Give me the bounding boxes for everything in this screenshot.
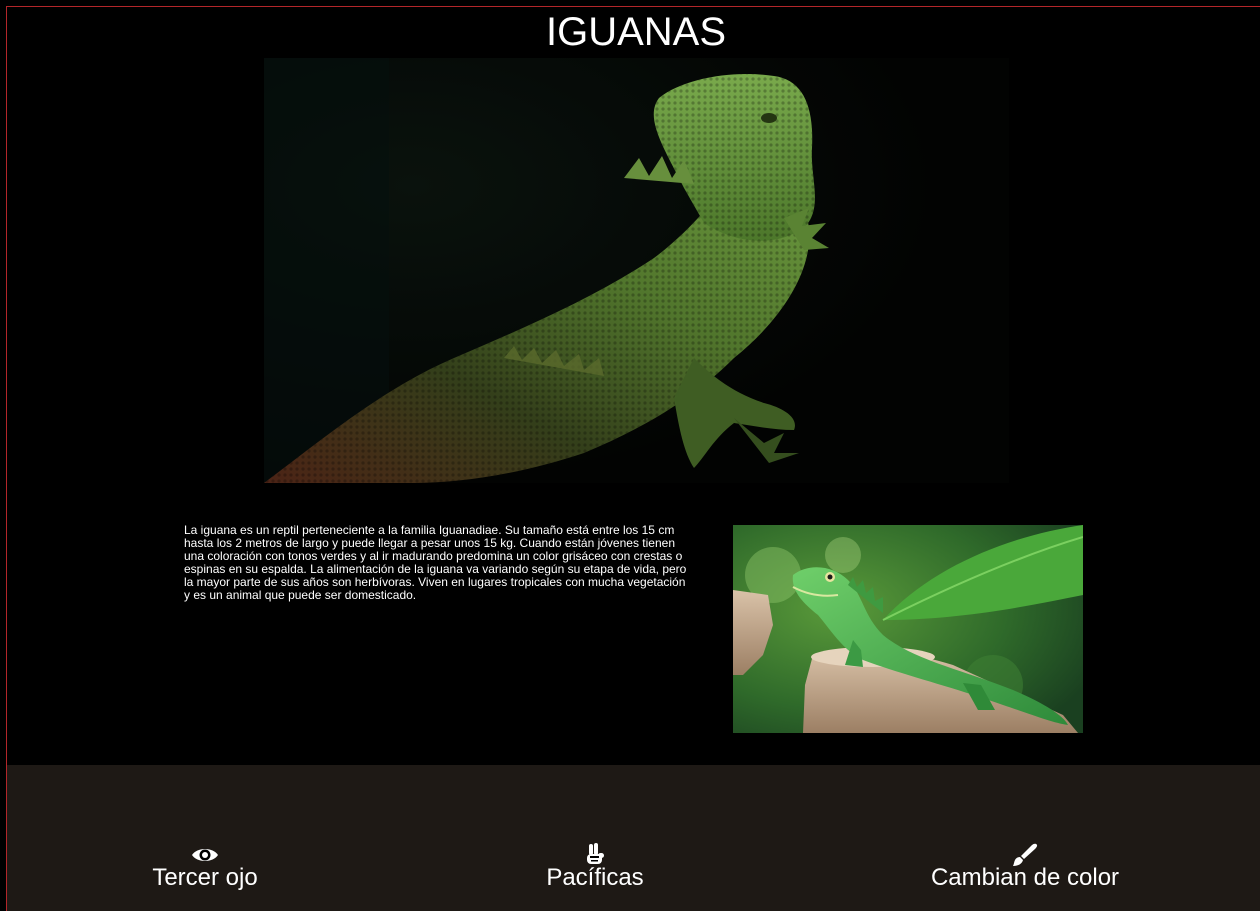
feature-pacificas: Pacíficas (530, 843, 660, 891)
iguana-description: La iguana es un reptil perteneciente a l… (184, 523, 687, 602)
page-frame: IGUANAS La iguana es un reptil perteneci… (0, 0, 1260, 911)
feature-tercer-ojo: Tercer ojo (140, 843, 270, 891)
feature-label: Tercer ojo (152, 864, 258, 891)
hero-image (264, 58, 1009, 483)
feature-label: Pacíficas (546, 864, 644, 891)
frame-border-top (6, 6, 1260, 7)
page-title: IGUANAS (545, 10, 727, 54)
feature-label: Cambian de color (930, 864, 1120, 891)
side-image (733, 525, 1083, 733)
feature-cambian-de-color: Cambian de color (920, 843, 1130, 891)
